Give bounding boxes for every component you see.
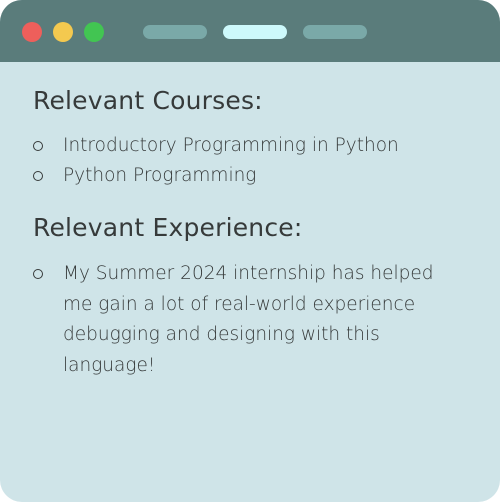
app-window: Relevant Courses: Introductory Programmi… <box>0 0 500 502</box>
close-window-button[interactable] <box>22 22 42 42</box>
tab-1[interactable] <box>143 25 207 39</box>
experience-item-text: My Summer 2024 internship has helped me … <box>63 263 434 376</box>
courses-list: Introductory Programming in Python Pytho… <box>33 131 463 191</box>
title-bar <box>0 0 500 62</box>
course-item-label: Introductory Programming in Python <box>63 135 399 156</box>
courses-heading: Relevant Courses: <box>33 86 263 115</box>
tab-2-active[interactable] <box>223 25 287 39</box>
list-item: Introductory Programming in Python <box>33 131 463 161</box>
list-item: Python Programming <box>33 161 463 191</box>
experience-list: My Summer 2024 internship has helped me … <box>33 259 463 381</box>
minimize-window-button[interactable] <box>53 22 73 42</box>
experience-heading: Relevant Experience: <box>33 213 303 242</box>
tab-3[interactable] <box>303 25 367 39</box>
list-item: My Summer 2024 internship has helped me … <box>33 259 463 381</box>
bullet-circle-icon <box>33 269 43 279</box>
bullet-circle-icon <box>33 171 43 181</box>
bullet-circle-icon <box>33 141 43 151</box>
maximize-window-button[interactable] <box>84 22 104 42</box>
course-item-label: Python Programming <box>63 165 257 186</box>
